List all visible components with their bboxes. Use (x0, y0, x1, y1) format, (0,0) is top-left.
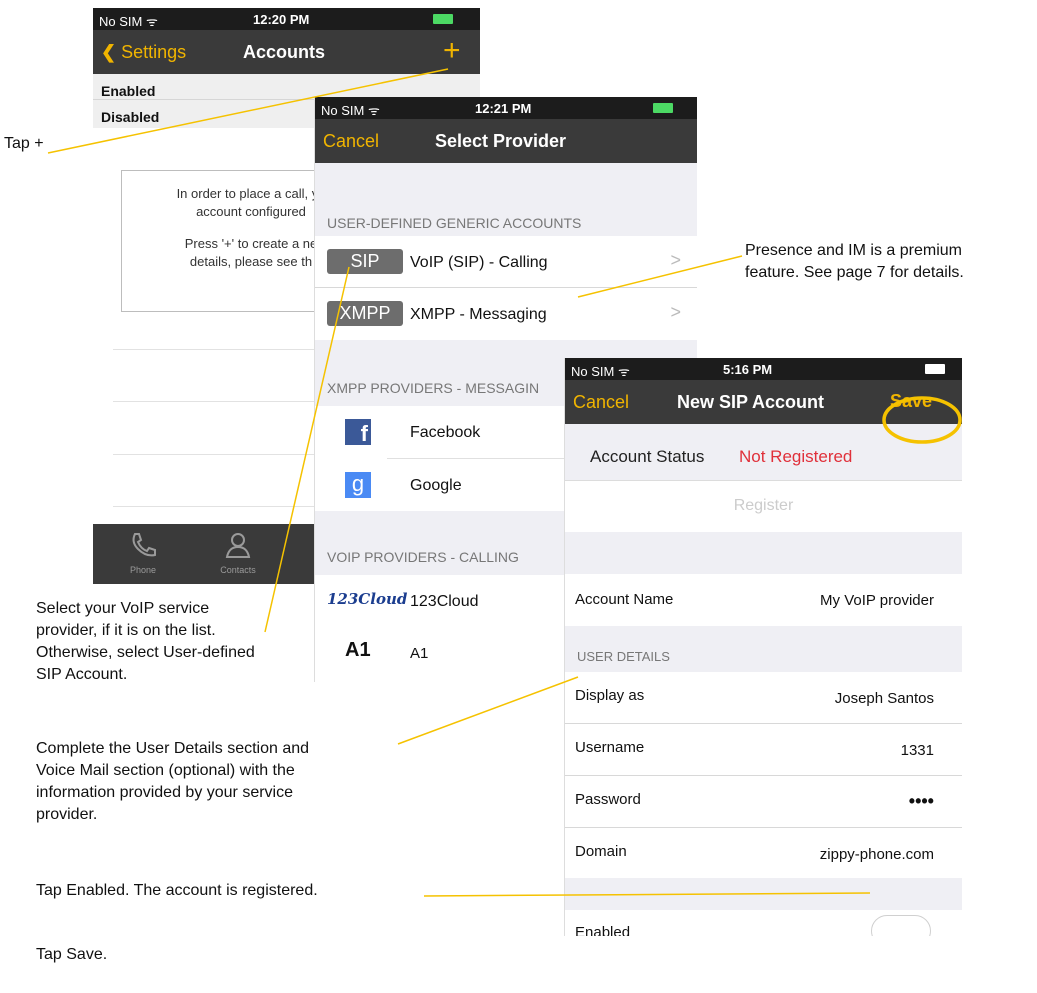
leader-line-plus (47, 68, 449, 154)
leader-line-sip (264, 266, 350, 633)
leader-lines (47, 68, 962, 897)
save-highlight-circle (882, 396, 962, 444)
leader-line-details (397, 676, 579, 745)
leader-line-enabled (423, 892, 871, 897)
leader-line-premium (577, 255, 743, 298)
